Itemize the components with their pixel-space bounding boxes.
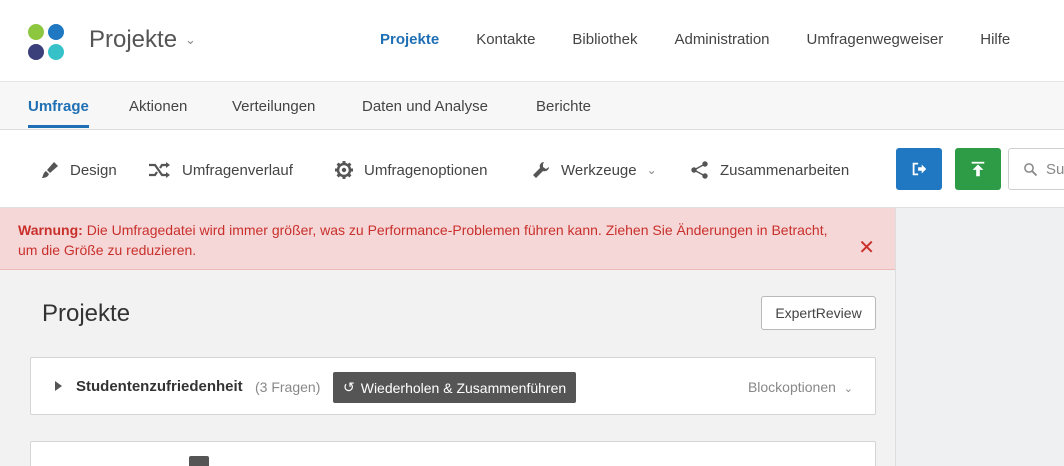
nav-umfragenwegweiser[interactable]: Umfragenwegweiser (807, 31, 944, 48)
collaborate-label: Zusammenarbeiten (720, 161, 850, 179)
gear-icon (335, 161, 353, 179)
logo-dot (48, 24, 64, 40)
search-icon (1024, 162, 1038, 176)
chevron-down-icon: ⌄ (185, 32, 196, 47)
block-name[interactable]: Studentenzufriedenheit (76, 378, 243, 395)
survey-flow-label: Umfragenverlauf (182, 161, 293, 179)
survey-options-label: Umfragenoptionen (364, 161, 488, 179)
logo-dot (48, 44, 64, 60)
logo-dot (28, 24, 44, 40)
upload-arrow-icon (971, 161, 985, 177)
design-label: Design (70, 161, 117, 179)
survey-flow-button[interactable]: Umfragenverlauf (148, 160, 293, 180)
block-options-label: Blockoptionen (747, 379, 836, 395)
main-nav: Projekte Kontakte Bibliothek Administrat… (380, 31, 1047, 48)
collaborate-button[interactable]: Zusammenarbeiten (690, 160, 849, 180)
nav-hilfe[interactable]: Hilfe (980, 31, 1010, 48)
loop-merge-button[interactable] (189, 456, 209, 466)
block-question-count: (3 Fragen) (255, 379, 321, 395)
caret-right-icon[interactable] (55, 381, 62, 391)
section-tabs: Umfrage Aktionen Verteilungen Daten und … (0, 82, 1064, 130)
right-panel (895, 208, 1064, 466)
nav-projekte[interactable]: Projekte (380, 31, 439, 48)
tools-dropdown[interactable]: Werkzeuge ⌄ (531, 160, 657, 180)
expert-review-button[interactable]: ExpertReview (761, 296, 876, 330)
loop-merge-button[interactable]: ↺ Wiederholen & Zusammenführen (333, 372, 577, 403)
tab-umfrage[interactable]: Umfrage (28, 98, 89, 128)
chevron-down-icon: ⌄ (646, 163, 657, 177)
loop-merge-label: Wiederholen & Zusammenführen (360, 379, 567, 396)
nav-administration[interactable]: Administration (674, 31, 769, 48)
publish-button[interactable] (955, 148, 1001, 190)
project-switcher[interactable]: Projekte ⌄ (89, 26, 196, 54)
page-title: Projekte (42, 300, 131, 327)
question-block (30, 441, 876, 466)
warning-prefix: Warnung: (18, 222, 83, 238)
nav-bibliothek[interactable]: Bibliothek (572, 31, 637, 48)
brand-logo[interactable] (28, 24, 66, 62)
paintbrush-icon (42, 162, 58, 178)
share-icon (691, 161, 708, 179)
block-options-dropdown[interactable]: Blockoptionen ⌄ (748, 379, 853, 395)
survey-options-button[interactable]: Umfragenoptionen (334, 160, 487, 180)
tab-berichte[interactable]: Berichte (536, 98, 591, 115)
flow-shuffle-icon (149, 162, 170, 178)
warning-message: Die Umfragedatei wird immer größer, was … (18, 222, 828, 258)
chevron-down-icon: ⌄ (843, 383, 853, 395)
preview-button[interactable] (896, 148, 942, 190)
nav-kontakte[interactable]: Kontakte (476, 31, 535, 48)
tab-verteilungen[interactable]: Verteilungen (232, 98, 315, 115)
close-icon[interactable]: ✕ (858, 238, 875, 258)
survey-editor: Projekte ExpertReview Studentenzufrieden… (0, 270, 895, 466)
loop-icon: ↺ (343, 379, 355, 395)
wrench-icon (533, 162, 549, 178)
question-block: Studentenzufriedenheit (3 Fragen) ↺ Wied… (30, 357, 876, 415)
tab-daten-und-analyse[interactable]: Daten und Analyse (362, 98, 488, 115)
top-header: Projekte ⌄ Projekte Kontakte Bibliothek … (0, 0, 1064, 82)
search-input[interactable]: Su (1008, 148, 1064, 190)
tab-aktionen[interactable]: Aktionen (129, 98, 187, 115)
size-warning-banner: Warnung: Die Umfragedatei wird immer grö… (0, 208, 895, 270)
survey-toolbar: Design Umfragenverlauf Umfragenoptionen … (0, 130, 1064, 208)
logo-dot (28, 44, 44, 60)
tools-label: Werkzeuge (561, 161, 637, 179)
project-title: Projekte (89, 26, 178, 53)
exit-preview-icon (912, 162, 927, 176)
search-placeholder: Su (1046, 160, 1064, 178)
design-button[interactable]: Design (40, 160, 117, 180)
